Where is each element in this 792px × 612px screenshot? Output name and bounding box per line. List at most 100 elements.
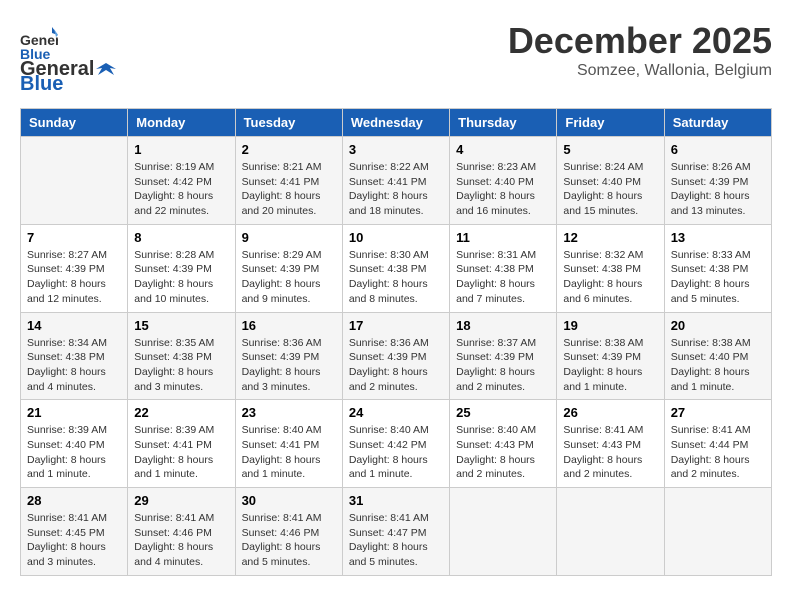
calendar-cell: 19Sunrise: 8:38 AMSunset: 4:39 PMDayligh… — [557, 312, 664, 400]
weekday-header: Wednesday — [342, 109, 449, 137]
day-number: 27 — [671, 405, 765, 420]
calendar-cell: 26 Sunrise: 8:41 AMSunset: 4:43 PMDayligh… — [557, 400, 664, 488]
day-number: 22 — [134, 405, 228, 420]
calendar-cell: 8 Sunrise: 8:28 AMSunset: 4:39 PMDaylight… — [128, 224, 235, 312]
day-info: Sunrise: 8:39 AMSunset: 4:40 PMDaylight:… — [27, 423, 121, 482]
calendar-cell: 22 Sunrise: 8:39 AMSunset: 4:41 PMDayligh… — [128, 400, 235, 488]
day-number: 17 — [349, 318, 443, 333]
day-info: Sunrise: 8:21 AMSunset: 4:41 PMDaylight:… — [242, 160, 336, 219]
day-number: 26 — [563, 405, 657, 420]
day-info: Sunrise: 8:41 AMSunset: 4:44 PMDaylight:… — [671, 423, 765, 482]
day-number: 3 — [349, 142, 443, 157]
day-number: 4 — [456, 142, 550, 157]
day-number: 30 — [242, 493, 336, 508]
day-number: 24 — [349, 405, 443, 420]
day-number: 21 — [27, 405, 121, 420]
day-number: 7 — [27, 230, 121, 245]
logo-blue: Blue — [20, 73, 63, 96]
day-info: Sunrise: 8:33 AMSunset: 4:38 PMDaylight:… — [671, 248, 765, 307]
day-info: Sunrise: 8:40 AMSunset: 4:43 PMDaylight:… — [456, 423, 550, 482]
day-info: Sunrise: 8:39 AMSunset: 4:41 PMDaylight:… — [134, 423, 228, 482]
calendar-cell: 17Sunrise: 8:36 AMSunset: 4:39 PMDayligh… — [342, 312, 449, 400]
day-number: 28 — [27, 493, 121, 508]
day-info: Sunrise: 8:41 AMSunset: 4:45 PMDaylight:… — [27, 511, 121, 570]
calendar-cell — [664, 488, 771, 576]
weekday-header: Tuesday — [235, 109, 342, 137]
calendar-cell: 14 Sunrise: 8:34 AMSunset: 4:38 PMDayligh… — [21, 312, 128, 400]
day-info: Sunrise: 8:27 AMSunset: 4:39 PMDaylight:… — [27, 248, 121, 307]
title-block: December 2025 Somzee, Wallonia, Belgium — [508, 20, 772, 80]
day-info: Sunrise: 8:38 AMSunset: 4:40 PMDaylight:… — [671, 336, 765, 395]
day-info: Sunrise: 8:41 AMSunset: 4:43 PMDaylight:… — [563, 423, 657, 482]
day-number: 9 — [242, 230, 336, 245]
calendar-cell: 24 Sunrise: 8:40 AMSunset: 4:42 PMDayligh… — [342, 400, 449, 488]
calendar-cell: 5Sunrise: 8:24 AMSunset: 4:40 PMDaylight… — [557, 137, 664, 225]
day-info: Sunrise: 8:24 AMSunset: 4:40 PMDaylight:… — [563, 160, 657, 219]
day-number: 25 — [456, 405, 550, 420]
day-info: Sunrise: 8:22 AMSunset: 4:41 PMDaylight:… — [349, 160, 443, 219]
calendar-cell: 29Sunrise: 8:41 AMSunset: 4:46 PMDayligh… — [128, 488, 235, 576]
calendar-cell: 28 Sunrise: 8:41 AMSunset: 4:45 PMDayligh… — [21, 488, 128, 576]
calendar-cell: 30 Sunrise: 8:41 AMSunset: 4:46 PMDayligh… — [235, 488, 342, 576]
day-number: 8 — [134, 230, 228, 245]
calendar-cell: 4 Sunrise: 8:23 AMSunset: 4:40 PMDaylight… — [450, 137, 557, 225]
day-number: 20 — [671, 318, 765, 333]
day-info: Sunrise: 8:31 AMSunset: 4:38 PMDaylight:… — [456, 248, 550, 307]
day-number: 14 — [27, 318, 121, 333]
day-number: 1 — [134, 142, 228, 157]
day-number: 12 — [563, 230, 657, 245]
day-number: 15 — [134, 318, 228, 333]
day-info: Sunrise: 8:29 AMSunset: 4:39 PMDaylight:… — [242, 248, 336, 307]
weekday-header: Monday — [128, 109, 235, 137]
weekday-header: Thursday — [450, 109, 557, 137]
weekday-header: Friday — [557, 109, 664, 137]
day-number: 2 — [242, 142, 336, 157]
calendar-cell: 16 Sunrise: 8:36 AMSunset: 4:39 PMDayligh… — [235, 312, 342, 400]
day-info: Sunrise: 8:30 AMSunset: 4:38 PMDaylight:… — [349, 248, 443, 307]
calendar-cell: 27 Sunrise: 8:41 AMSunset: 4:44 PMDayligh… — [664, 400, 771, 488]
calendar-cell: 1Sunrise: 8:19 AMSunset: 4:42 PMDaylight… — [128, 137, 235, 225]
day-number: 18 — [456, 318, 550, 333]
calendar-cell: 2 Sunrise: 8:21 AMSunset: 4:41 PMDaylight… — [235, 137, 342, 225]
day-info: Sunrise: 8:36 AMSunset: 4:39 PMDaylight:… — [242, 336, 336, 395]
calendar-cell: 7 Sunrise: 8:27 AMSunset: 4:39 PMDaylight… — [21, 224, 128, 312]
day-info: Sunrise: 8:40 AMSunset: 4:42 PMDaylight:… — [349, 423, 443, 482]
calendar-cell — [450, 488, 557, 576]
day-info: Sunrise: 8:37 AMSunset: 4:39 PMDaylight:… — [456, 336, 550, 395]
day-info: Sunrise: 8:28 AMSunset: 4:39 PMDaylight:… — [134, 248, 228, 307]
day-number: 29 — [134, 493, 228, 508]
calendar-cell: 21 Sunrise: 8:39 AMSunset: 4:40 PMDayligh… — [21, 400, 128, 488]
calendar-cell: 31Sunrise: 8:41 AMSunset: 4:47 PMDayligh… — [342, 488, 449, 576]
weekday-header: Sunday — [21, 109, 128, 137]
day-info: Sunrise: 8:41 AMSunset: 4:46 PMDaylight:… — [242, 511, 336, 570]
day-info: Sunrise: 8:32 AMSunset: 4:38 PMDaylight:… — [563, 248, 657, 307]
calendar-cell: 12 Sunrise: 8:32 AMSunset: 4:38 PMDayligh… — [557, 224, 664, 312]
weekday-header-row: SundayMondayTuesdayWednesdayThursdayFrid… — [21, 109, 772, 137]
calendar-week-row: 28 Sunrise: 8:41 AMSunset: 4:45 PMDayligh… — [21, 488, 772, 576]
calendar-cell: 18 Sunrise: 8:37 AMSunset: 4:39 PMDayligh… — [450, 312, 557, 400]
day-number: 6 — [671, 142, 765, 157]
day-info: Sunrise: 8:23 AMSunset: 4:40 PMDaylight:… — [456, 160, 550, 219]
day-number: 16 — [242, 318, 336, 333]
calendar-cell: 13 Sunrise: 8:33 AMSunset: 4:38 PMDayligh… — [664, 224, 771, 312]
calendar-week-row: 1Sunrise: 8:19 AMSunset: 4:42 PMDaylight… — [21, 137, 772, 225]
calendar-cell — [21, 137, 128, 225]
day-number: 31 — [349, 493, 443, 508]
day-info: Sunrise: 8:26 AMSunset: 4:39 PMDaylight:… — [671, 160, 765, 219]
location: Somzee, Wallonia, Belgium — [508, 62, 772, 80]
day-info: Sunrise: 8:40 AMSunset: 4:41 PMDaylight:… — [242, 423, 336, 482]
day-number: 23 — [242, 405, 336, 420]
calendar-cell — [557, 488, 664, 576]
calendar-week-row: 21 Sunrise: 8:39 AMSunset: 4:40 PMDayligh… — [21, 400, 772, 488]
day-info: Sunrise: 8:38 AMSunset: 4:39 PMDaylight:… — [563, 336, 657, 395]
day-info: Sunrise: 8:34 AMSunset: 4:38 PMDaylight:… — [27, 336, 121, 395]
day-number: 11 — [456, 230, 550, 245]
calendar-table: SundayMondayTuesdayWednesdayThursdayFrid… — [20, 108, 772, 576]
day-number: 13 — [671, 230, 765, 245]
weekday-header: Saturday — [664, 109, 771, 137]
logo-icon: General Blue — [20, 25, 58, 63]
calendar-cell: 11 Sunrise: 8:31 AMSunset: 4:38 PMDayligh… — [450, 224, 557, 312]
calendar-cell: 25 Sunrise: 8:40 AMSunset: 4:43 PMDayligh… — [450, 400, 557, 488]
calendar-cell: 10 Sunrise: 8:30 AMSunset: 4:38 PMDayligh… — [342, 224, 449, 312]
day-number: 10 — [349, 230, 443, 245]
